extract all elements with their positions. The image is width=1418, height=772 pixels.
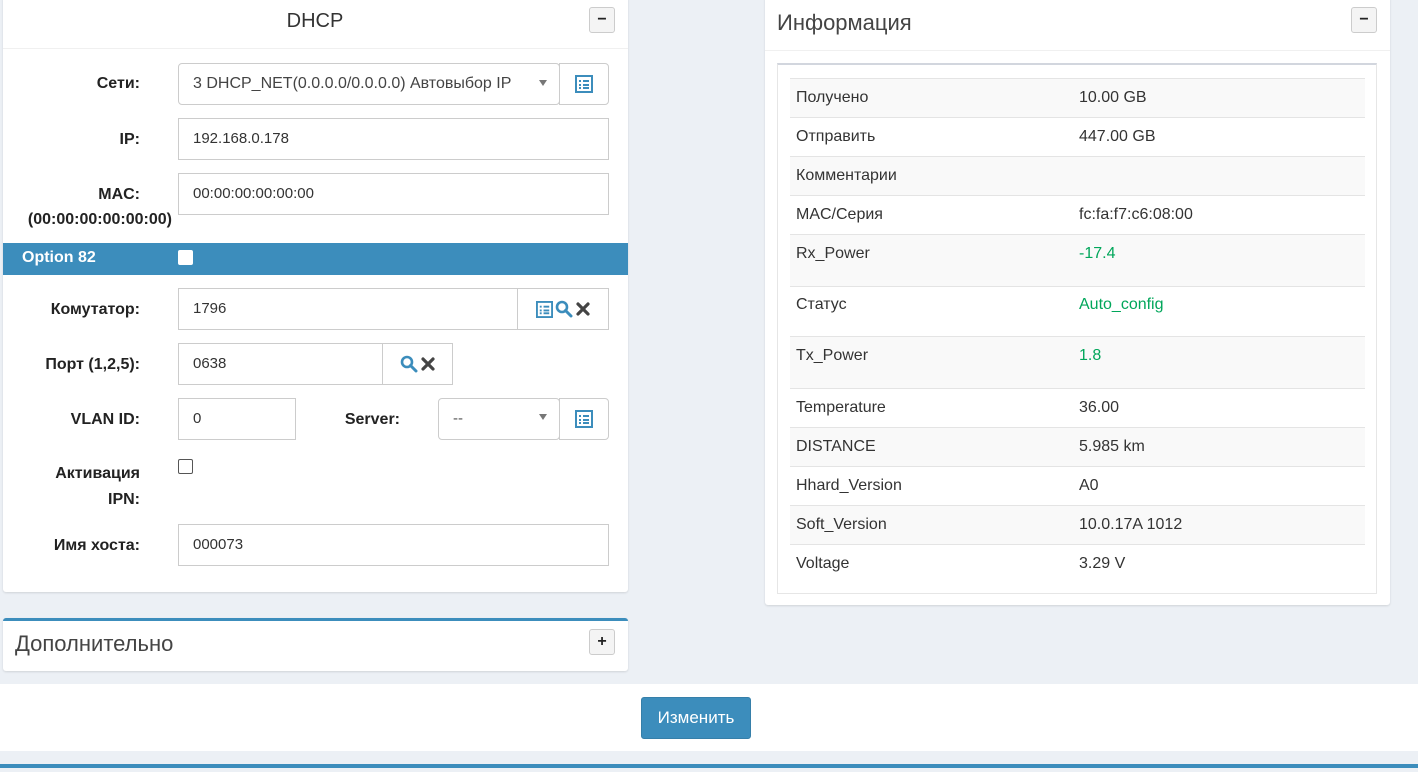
option82-bar	[3, 243, 628, 275]
info-key: Voltage	[790, 544, 1079, 584]
search-icon[interactable]	[555, 300, 573, 318]
network-select[interactable]: 3 DHCP_NET(0.0.0.0/0.0.0.0) Автовыбор IP	[178, 63, 560, 105]
server-label: Server:	[344, 411, 400, 428]
info-value: 5.985 km	[1079, 427, 1365, 467]
activation-ipn-checkbox[interactable]	[178, 459, 193, 474]
switch-input[interactable]: 1796	[178, 288, 518, 330]
info-key: Получено	[790, 78, 1079, 118]
table-row: Hhard_Version A0	[790, 466, 1365, 506]
info-value: fc:fa:f7:c6:08:00	[1079, 195, 1365, 235]
info-value: 447.00 GB	[1079, 117, 1365, 157]
info-value: 3.29 V	[1079, 544, 1365, 584]
table-row: Temperature 36.00	[790, 388, 1365, 428]
table-row: MAC/Серия fc:fa:f7:c6:08:00	[790, 195, 1365, 235]
info-value: 10.00 GB	[1079, 78, 1365, 118]
network-list-button[interactable]	[559, 63, 609, 105]
server-list-button[interactable]	[559, 398, 609, 440]
ip-label: IP:	[119, 131, 140, 148]
info-panel-title: Информация	[777, 10, 912, 35]
table-row: Получено 10.00 GB	[790, 78, 1365, 118]
status-badge: Auto_config	[1079, 286, 1365, 337]
search-icon[interactable]	[400, 355, 418, 373]
vlan-label: VLAN ID:	[70, 411, 140, 428]
table-row: Статус Auto_config	[790, 286, 1365, 337]
ip-input[interactable]: 192.168.0.178	[178, 118, 609, 160]
close-icon[interactable]	[575, 301, 591, 317]
port-actions	[382, 343, 453, 385]
switch-actions	[517, 288, 609, 330]
info-key: Soft_Version	[790, 505, 1079, 545]
table-row: Voltage 3.29 V	[790, 544, 1365, 584]
info-panel-header-divider	[765, 50, 1390, 51]
info-key: MAC/Серия	[790, 195, 1079, 235]
extra-panel-title: Дополнительно	[15, 631, 174, 656]
activation-label: Активация	[55, 465, 140, 482]
table-row: Tx_Power 1.8	[790, 336, 1365, 389]
dhcp-panel-header-divider	[3, 48, 628, 49]
info-key: Rx_Power	[790, 234, 1079, 287]
info-key: Статус	[790, 286, 1079, 337]
mac-label: MAC:	[98, 186, 140, 203]
dhcp-panel-title: DHCP	[286, 10, 344, 32]
port-input[interactable]: 0638	[178, 343, 383, 385]
info-value: 10.0.17A 1012	[1079, 505, 1365, 545]
info-value: A0	[1079, 466, 1365, 506]
info-value: -17.4	[1079, 234, 1365, 287]
close-icon[interactable]	[420, 356, 436, 372]
option82-label: Option 82	[22, 249, 96, 266]
hostname-input[interactable]: 000073	[178, 524, 609, 566]
switch-label: Комутатор:	[50, 301, 140, 318]
info-key: Комментарии	[790, 156, 1079, 196]
table-row: Комментарии	[790, 156, 1365, 196]
port-label: Порт (1,2,5):	[45, 356, 140, 373]
hostname-label: Имя хоста:	[53, 537, 140, 554]
mac-input[interactable]: 00:00:00:00:00:00	[178, 173, 609, 215]
table-row: Rx_Power -17.4	[790, 234, 1365, 287]
list-icon	[575, 75, 593, 93]
info-key: Hhard_Version	[790, 466, 1079, 506]
info-collapse-button[interactable]: −	[1351, 7, 1377, 33]
info-value: 1.8	[1079, 336, 1365, 389]
vlan-input[interactable]: 0	[178, 398, 296, 440]
option82-checkbox[interactable]	[178, 250, 193, 265]
list-icon[interactable]	[535, 300, 553, 318]
info-key: Отправить	[790, 117, 1079, 157]
info-key: DISTANCE	[790, 427, 1079, 467]
bottom-border	[0, 764, 1418, 768]
dhcp-collapse-button[interactable]: −	[589, 7, 615, 33]
chevron-down-icon	[539, 80, 547, 86]
table-row: DISTANCE 5.985 km	[790, 427, 1365, 467]
info-table: Получено 10.00 GB Отправить 447.00 GB Комм…	[790, 78, 1365, 584]
submit-button[interactable]: Изменить	[641, 697, 751, 739]
info-key: Tx_Power	[790, 336, 1079, 389]
extra-expand-button[interactable]: +	[589, 629, 615, 655]
info-value	[1079, 156, 1365, 196]
mac-format-label: (00:00:00:00:00:00)	[27, 211, 172, 228]
info-key: Temperature	[790, 388, 1079, 428]
info-value: 36.00	[1079, 388, 1365, 428]
table-row: Отправить 447.00 GB	[790, 117, 1365, 157]
table-row: Soft_Version 10.0.17A 1012	[790, 505, 1365, 545]
list-icon	[575, 410, 593, 428]
activation-label-ipn: IPN:	[108, 491, 140, 508]
network-label: Сети:	[96, 75, 140, 92]
chevron-down-icon	[539, 414, 547, 420]
